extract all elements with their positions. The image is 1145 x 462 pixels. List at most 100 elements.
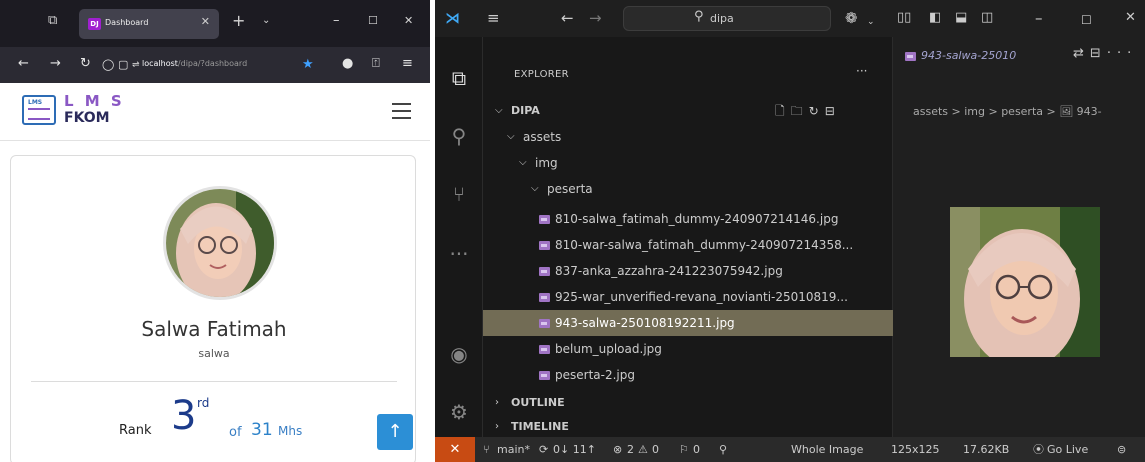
zoom-level[interactable]: Whole Image <box>791 437 863 462</box>
bookmark-star-icon[interactable]: ★ <box>302 56 314 74</box>
rank-value: 3 <box>171 393 197 439</box>
outline-section-header[interactable]: › OUTLINE <box>483 390 893 416</box>
page-info-icon[interactable]: ▢ <box>118 56 128 74</box>
file-label: belum_upload.jpg <box>555 342 662 356</box>
explorer-icon[interactable]: ⧉ <box>435 65 483 91</box>
browser-tab-dashboard[interactable]: DJ Dashboard ✕ <box>79 9 219 39</box>
activity-bar: ⧉ ⚲ ⑂ ··· ◉ ⚙ <box>435 37 483 437</box>
branch-name[interactable]: main* <box>497 437 530 462</box>
zoom-icon[interactable]: ⚲ <box>719 437 727 462</box>
image-file-icon <box>539 267 550 276</box>
minimize-icon[interactable]: – <box>1035 8 1043 28</box>
account-icon[interactable]: ● <box>342 55 353 73</box>
ports-count[interactable]: 0 <box>693 437 700 462</box>
close-window-icon[interactable]: ✕ <box>404 10 413 32</box>
lms-logo-icon[interactable]: LMS <box>22 95 56 125</box>
extensions-icon[interactable]: ⍐ <box>372 55 380 73</box>
folder-label: assets <box>523 130 562 144</box>
customize-layout-icon[interactable]: ▯▯ <box>897 8 911 28</box>
new-folder-icon[interactable]: 🗀 <box>791 104 809 118</box>
back-arrow-icon[interactable]: ← <box>18 55 29 73</box>
file-label: 810-salwa_fatimah_dummy-240907214146.jpg <box>555 212 839 226</box>
copilot-icon[interactable]: ❁ <box>845 8 858 28</box>
go-live-icon[interactable]: ⦿ <box>1033 437 1044 462</box>
image-file-icon <box>539 345 550 354</box>
go-live-button[interactable]: Go Live <box>1047 437 1088 462</box>
new-tab-icon[interactable]: + <box>232 10 245 32</box>
split-editor-icon[interactable]: ⊟ <box>1090 46 1107 61</box>
compare-icon[interactable]: ⇄ <box>1073 46 1090 61</box>
image-file-icon <box>539 215 550 224</box>
tree-file[interactable]: 810-war-salwa_fatimah_dummy-240907214358… <box>483 232 893 258</box>
explorer-more-icon[interactable]: ··· <box>856 64 867 78</box>
permissions-icon[interactable]: ⇌ <box>132 56 140 74</box>
file-label: 943-salwa-250108192211.jpg <box>555 316 735 330</box>
tree-folder-assets[interactable]: ⌵ assets <box>483 124 893 150</box>
tab-title: Dashboard <box>105 18 149 27</box>
toggle-sidebar-icon[interactable]: ◧ <box>929 8 941 28</box>
minimize-icon[interactable]: – <box>333 10 340 32</box>
reload-icon[interactable]: ↻ <box>80 55 91 73</box>
editor-tab[interactable]: 943-salwa-25010 ⇄⊟··· <box>893 37 1145 73</box>
search-text: dipa <box>710 12 734 25</box>
account-icon[interactable]: ◉ <box>435 341 483 367</box>
scroll-to-top-button[interactable]: ↑ <box>377 414 413 450</box>
explorer-title: EXPLORER <box>514 69 569 80</box>
toggle-secondary-sidebar-icon[interactable]: ◫ <box>981 8 993 28</box>
profile-username: salwa <box>198 347 230 360</box>
chevron-down-icon: ⌵ <box>531 183 539 194</box>
maximize-icon[interactable]: ☐ <box>368 10 378 32</box>
root-folder-label: DIPA <box>511 104 540 117</box>
image-file-icon <box>539 319 550 328</box>
collapse-all-icon[interactable]: ⊟ <box>825 104 841 118</box>
warning-icon[interactable]: ⚠ <box>638 437 648 462</box>
tree-file-selected[interactable]: 943-salwa-250108192211.jpg <box>483 310 893 336</box>
more-views-icon[interactable]: ··· <box>435 241 483 267</box>
sync-status[interactable]: 0↓ 11↑ <box>553 437 596 462</box>
refresh-icon[interactable]: ↻ <box>809 104 825 118</box>
warning-count[interactable]: 0 <box>652 437 659 462</box>
profile-name: Salwa Fatimah <box>141 317 287 341</box>
hamburger-menu-icon[interactable] <box>392 103 411 119</box>
source-control-icon[interactable]: ⑂ <box>435 181 483 207</box>
tree-file[interactable]: 837-anka_azzahra-241223075942.jpg <box>483 258 893 284</box>
ports-icon[interactable]: ⚐ <box>679 437 689 462</box>
tab-favicon-icon: DJ <box>88 18 101 30</box>
error-count[interactable]: 2 <box>627 437 634 462</box>
image-file-icon <box>539 293 550 302</box>
close-window-icon[interactable]: ✕ <box>1125 8 1136 28</box>
settings-gear-icon[interactable]: ⚙ <box>435 399 483 425</box>
tab-close-icon[interactable]: ✕ <box>201 15 210 28</box>
back-arrow-icon[interactable]: ← <box>561 8 574 28</box>
tree-file[interactable]: 810-salwa_fatimah_dummy-240907214146.jpg <box>483 206 893 232</box>
tree-folder-img[interactable]: ⌵ img <box>483 150 893 176</box>
toggle-panel-icon[interactable]: ⬓ <box>955 8 967 28</box>
command-center-search[interactable]: ⚲ dipa <box>623 6 831 31</box>
error-icon[interactable]: ⊗ <box>613 437 622 462</box>
maximize-icon[interactable]: ☐ <box>1081 10 1092 30</box>
breadcrumb[interactable]: assets > img > peserta > 🖼 943- <box>913 105 1102 118</box>
menu-icon[interactable]: ≡ <box>402 55 413 73</box>
copilot-menu-chevron-icon[interactable]: ⌄ <box>867 12 875 32</box>
more-actions-icon[interactable]: ··· <box>1107 46 1137 61</box>
editor-area: 943-salwa-25010 ⇄⊟··· assets > img > pes… <box>893 37 1145 437</box>
forward-arrow-icon[interactable]: → <box>589 8 602 28</box>
tab-overview-icon[interactable]: ⧉ <box>48 10 57 32</box>
notifications-icon[interactable]: ⊜ <box>1117 437 1126 462</box>
shield-icon[interactable]: ◯ <box>102 56 114 74</box>
app-menu-icon[interactable]: ≡ <box>487 8 500 28</box>
tree-file[interactable]: belum_upload.jpg <box>483 336 893 362</box>
remote-indicator-icon[interactable]: ✕ <box>435 437 475 462</box>
search-icon[interactable]: ⚲ <box>435 123 483 149</box>
tree-file[interactable]: peserta-2.jpg <box>483 362 893 388</box>
tree-file[interactable]: 925-war_unverified-revana_novianti-25010… <box>483 284 893 310</box>
source-branch-icon[interactable]: ⑂ <box>483 437 490 462</box>
forward-arrow-icon[interactable]: → <box>50 55 61 73</box>
new-file-icon[interactable]: 🗋 <box>775 104 791 118</box>
profile-card: Salwa Fatimah salwa Rank 3 rd of 31 Mhs … <box>10 155 416 462</box>
tree-folder-peserta[interactable]: ⌵ peserta <box>483 176 893 202</box>
root-folder-header[interactable]: ⌵ DIPA 🗋🗀↻⊟ <box>483 98 893 124</box>
tab-list-chevron-icon[interactable]: ⌄ <box>262 10 270 32</box>
url-bar[interactable]: ◯ ▢ ⇌ localhost/dipa/?dashboard ★ <box>100 54 318 76</box>
sync-icon[interactable]: ⟳ <box>539 437 548 462</box>
